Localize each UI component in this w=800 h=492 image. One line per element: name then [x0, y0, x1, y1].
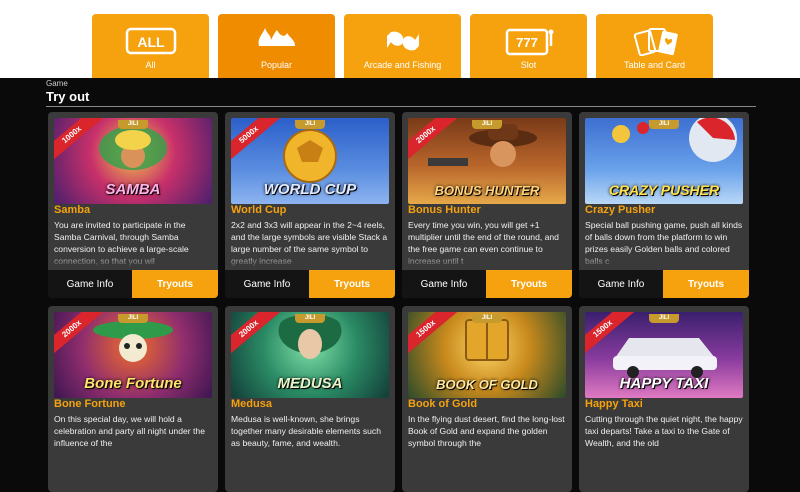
- section-title: Try out: [46, 89, 90, 104]
- game-description: On this special day, we will hold a cele…: [54, 414, 205, 448]
- category-tabs: ALL All HOT Popular Arcade and Fishing 7: [92, 14, 713, 78]
- game-name: Bone Fortune: [54, 398, 126, 410]
- game-art-title: BOOK OF GOLD: [436, 377, 538, 392]
- game-thumbnail[interactable]: JILI CRAZY PUSHER: [585, 118, 743, 204]
- tryouts-button[interactable]: Tryouts: [132, 270, 218, 298]
- game-description: Medusa is well-known, she brings togethe…: [231, 414, 381, 448]
- game-info-button[interactable]: Game Info: [402, 270, 486, 298]
- game-name: Happy Taxi: [585, 398, 643, 410]
- game-card-world-cup: JILI 5000x WORLD CUP World Cup 2x2 and 3…: [225, 112, 395, 298]
- tab-label: Arcade and Fishing: [363, 60, 442, 70]
- tab-slot[interactable]: 777 Slot: [470, 14, 587, 78]
- game-card-samba: JILI 1000x SAMBA Samba You are invited t…: [48, 112, 218, 298]
- tab-all[interactable]: ALL All: [92, 14, 209, 78]
- game-name: Samba: [54, 204, 91, 216]
- game-art-title: SAMBA: [105, 181, 161, 198]
- all-icon-text: ALL: [137, 34, 165, 50]
- brand-badge: JILI: [118, 120, 148, 129]
- brand-badge: JILI: [295, 120, 325, 129]
- game-info-button[interactable]: Game Info: [225, 270, 309, 298]
- card-actions: Game Info Tryouts: [579, 270, 749, 298]
- game-name: World Cup: [231, 204, 287, 216]
- breadcrumb[interactable]: Game: [46, 79, 68, 88]
- card-actions: Game Info Tryouts: [48, 270, 218, 298]
- tab-popular[interactable]: HOT Popular: [218, 14, 335, 78]
- game-art-title: HAPPY TAXI: [619, 375, 709, 392]
- game-name: Crazy Pusher: [585, 204, 656, 216]
- brand-badge: JILI: [118, 314, 148, 323]
- all-icon: ALL: [125, 27, 176, 55]
- game-thumbnail[interactable]: JILI 2000x MEDUSA: [231, 312, 389, 398]
- game-description: In the flying dust desert, find the long…: [408, 414, 565, 448]
- tab-arcade-fishing[interactable]: Arcade and Fishing: [344, 14, 461, 78]
- card-actions: Game Info Tryouts: [225, 270, 395, 298]
- description-fade: [48, 254, 218, 268]
- game-thumbnail[interactable]: JILI 1500x HAPPY TAXI: [585, 312, 743, 398]
- tryouts-button[interactable]: Tryouts: [663, 270, 749, 298]
- game-art-title: WORLD CUP: [263, 181, 357, 198]
- game-thumbnail[interactable]: JILI 2000x Bone Fortune: [54, 312, 212, 398]
- tab-table-card[interactable]: Table and Card: [596, 14, 713, 78]
- tab-label: All: [145, 60, 156, 70]
- playing-cards-icon: [633, 28, 678, 56]
- game-card-medusa: JILI 2000x MEDUSA Medusa Medusa is well-…: [225, 306, 395, 492]
- game-art-title: BONUS HUNTER: [434, 183, 540, 198]
- slot-icon-text: 777: [516, 35, 538, 50]
- description-fade: [225, 254, 395, 268]
- game-thumbnail[interactable]: JILI 1500x BOOK OF GOLD: [408, 312, 566, 398]
- hot-icon-text: HOT: [265, 45, 289, 56]
- brand-badge: JILI: [649, 120, 679, 129]
- game-card-book-of-gold: JILI 1500x BOOK OF GOLD Book of Gold In …: [402, 306, 572, 492]
- game-art-title: MEDUSA: [277, 375, 343, 392]
- game-thumbnail[interactable]: JILI 2000x BONUS HUNTER: [408, 118, 566, 204]
- brand-badge: JILI: [649, 314, 679, 323]
- brand-badge: JILI: [472, 120, 502, 129]
- game-card-happy-taxi: JILI 1500x HAPPY TAXI Happy Taxi Cutting…: [579, 306, 749, 492]
- game-thumbnail[interactable]: JILI 5000x WORLD CUP: [231, 118, 389, 204]
- tab-label: Popular: [260, 60, 293, 70]
- top-nav-bar: ALL All HOT Popular Arcade and Fishing 7: [0, 0, 800, 78]
- game-card-bone-fortune: JILI 2000x Bone Fortune Bone Fortune On …: [48, 306, 218, 492]
- game-art-title: CRAZY PUSHER: [608, 182, 720, 198]
- game-thumbnail[interactable]: JILI 1000x SAMBA: [54, 118, 212, 204]
- tab-label: Slot: [520, 60, 537, 70]
- tryouts-button[interactable]: Tryouts: [309, 270, 395, 298]
- title-divider: [46, 106, 756, 107]
- brand-badge: JILI: [472, 314, 502, 323]
- game-card-bonus-hunter: JILI 2000x BONUS HUNTER Bonus Hunter Eve…: [402, 112, 572, 298]
- game-info-button[interactable]: Game Info: [48, 270, 132, 298]
- fish-icon: [386, 31, 419, 51]
- tab-label: Table and Card: [623, 60, 686, 70]
- game-name: Bonus Hunter: [408, 204, 481, 216]
- game-info-button[interactable]: Game Info: [579, 270, 663, 298]
- game-name: Medusa: [231, 398, 272, 410]
- slot-machine-icon: 777: [505, 28, 553, 56]
- game-description: Cutting through the quiet night, the hap…: [585, 414, 743, 448]
- game-art-title: Bone Fortune: [84, 375, 182, 392]
- brand-badge: JILI: [295, 314, 325, 323]
- description-fade: [579, 254, 749, 268]
- game-card-crazy-pusher: JILI CRAZY PUSHER Crazy Pusher Special b…: [579, 112, 749, 298]
- hot-flame-icon: HOT: [258, 28, 295, 56]
- tryouts-button[interactable]: Tryouts: [486, 270, 572, 298]
- game-name: Book of Gold: [408, 398, 478, 410]
- description-fade: [402, 254, 572, 268]
- card-actions: Game Info Tryouts: [402, 270, 572, 298]
